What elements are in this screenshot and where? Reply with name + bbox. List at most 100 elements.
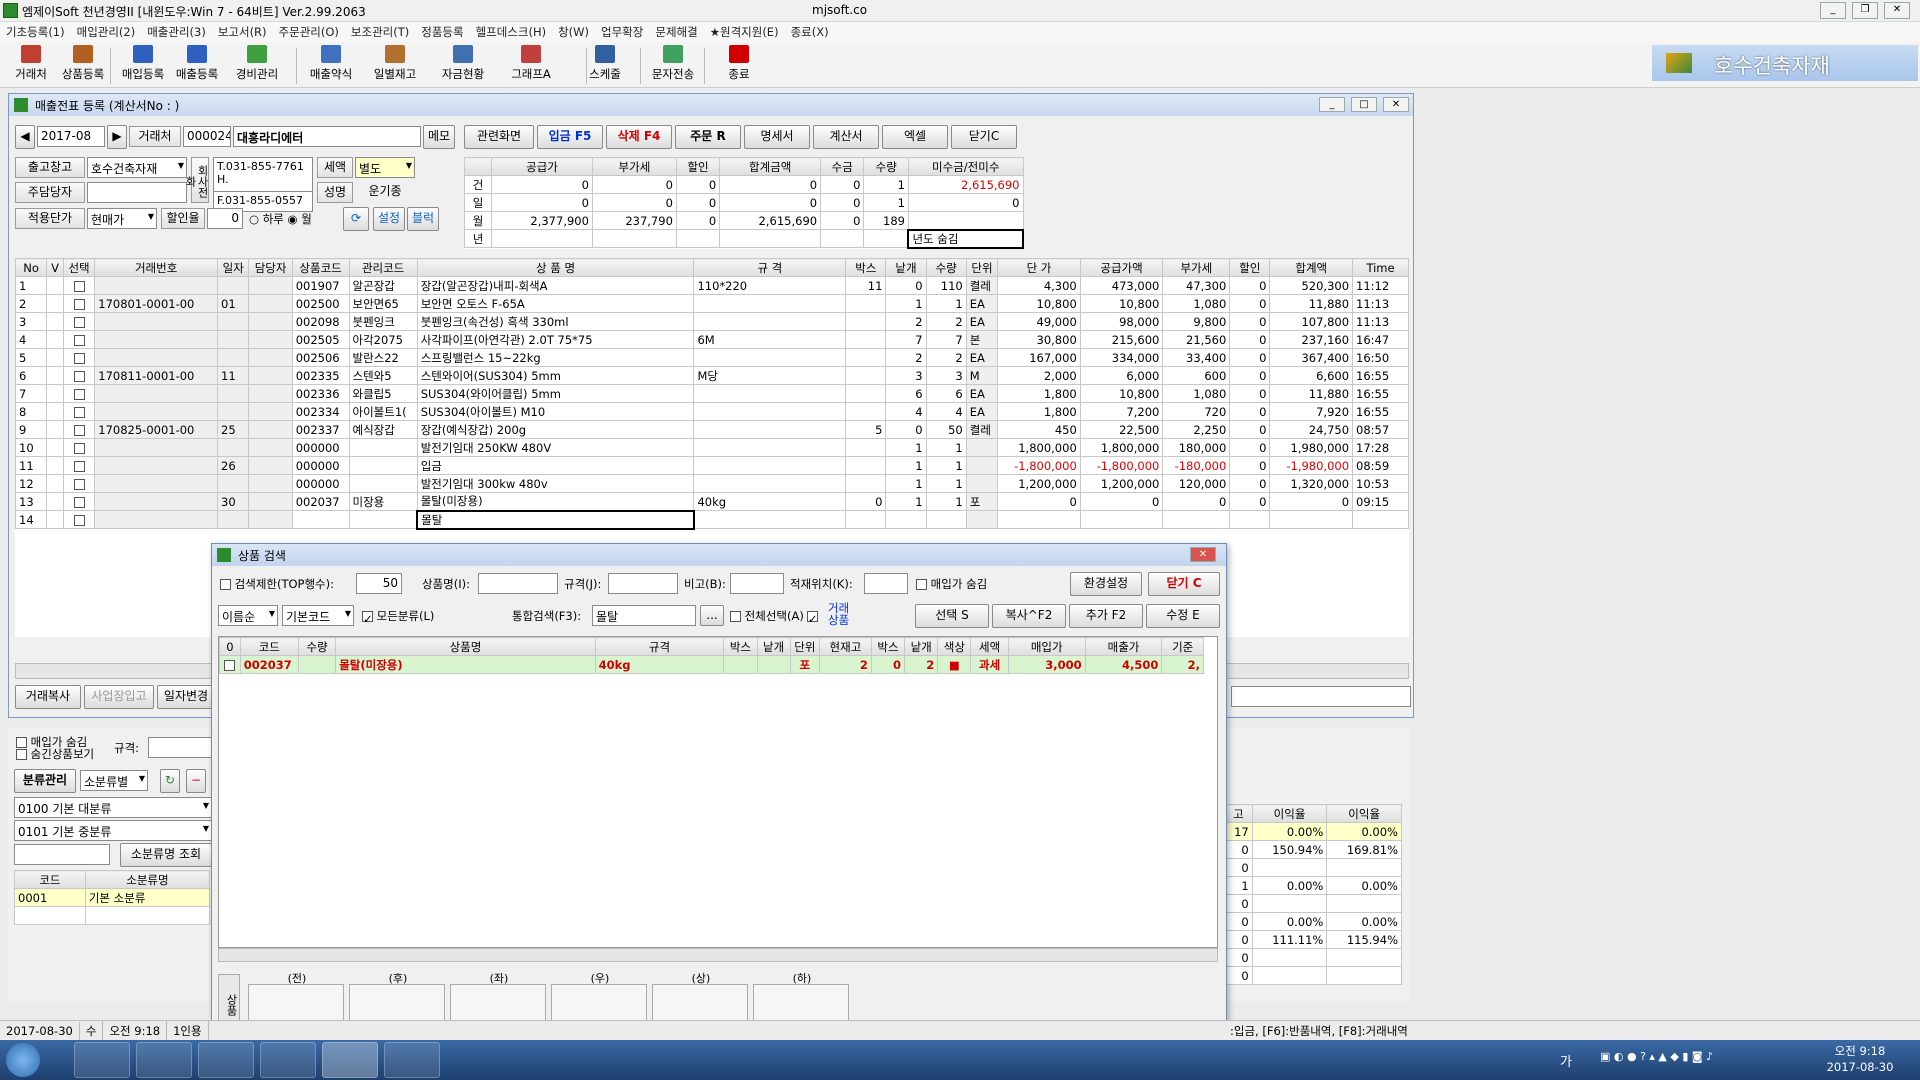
table-cell[interactable]: 1	[885, 438, 927, 457]
grid-header[interactable]: No	[14, 258, 48, 277]
tax-select[interactable]: 별도	[355, 157, 415, 178]
grid-header[interactable]: 단 가	[997, 258, 1081, 277]
table-cell[interactable]	[94, 384, 219, 403]
table-cell[interactable]	[94, 402, 219, 421]
table-cell[interactable]: 520,300	[1269, 276, 1354, 295]
browse-button[interactable]: ...	[700, 605, 724, 626]
table-cell[interactable]	[46, 438, 64, 457]
table-cell[interactable]: 0	[997, 492, 1081, 511]
table-cell[interactable]	[217, 474, 250, 493]
table-cell[interactable]: 21,560	[1162, 330, 1231, 349]
table-cell[interactable]	[965, 456, 999, 475]
table-cell[interactable]: 1	[925, 474, 967, 493]
table-cell[interactable]	[693, 420, 847, 439]
table-cell[interactable]: 사각파이프(아연각관) 2.0T 75*75	[416, 330, 695, 349]
table-cell[interactable]: 2	[14, 294, 48, 313]
table-cell[interactable]: 30,800	[997, 330, 1081, 349]
table-cell[interactable]	[94, 492, 219, 511]
table-cell[interactable]: 0	[1229, 492, 1271, 511]
table-cell[interactable]: 180,000	[1162, 438, 1231, 457]
hide-purchase-d[interactable]: 매입가 숨김	[916, 576, 987, 592]
result-header[interactable]: 박스	[870, 637, 906, 656]
table-cell[interactable]: 켤레	[965, 420, 999, 439]
table-cell[interactable]: 4	[14, 330, 48, 349]
discount-field[interactable]: 0	[207, 208, 243, 229]
table-cell[interactable]: 16:55	[1352, 384, 1409, 403]
table-cell[interactable]: 스프링밸런스 15~22kg	[416, 348, 695, 367]
table-cell[interactable]	[248, 402, 293, 421]
table-cell[interactable]	[248, 366, 293, 385]
menu-item[interactable]: 업무확장	[595, 22, 649, 42]
memo-button[interactable]: 메모	[423, 125, 455, 149]
table-cell[interactable]	[46, 402, 64, 421]
select-all-check[interactable]: 전체선택(A) ✓	[730, 608, 818, 626]
grid-header[interactable]: 상 품 명	[416, 258, 695, 277]
table-cell[interactable]: 1,200,000	[1079, 474, 1164, 493]
customer-code-field[interactable]: 000024	[183, 126, 231, 147]
table-cell[interactable]: 170801-0001-00	[94, 294, 219, 313]
table-cell[interactable]	[965, 474, 999, 493]
table-cell[interactable]	[46, 330, 64, 349]
all-class-check[interactable]: ✓ 모든분류(L)	[362, 608, 434, 626]
table-cell[interactable]	[46, 474, 64, 493]
row-select-checkbox[interactable]	[62, 384, 96, 403]
invoice-button[interactable]: 계산서	[813, 125, 879, 149]
table-cell[interactable]: 1	[925, 438, 967, 457]
table-row[interactable]: 3 002098 붓펜잉크 붓펜잉크(속건성) 흑색 330ml 2 2 EA 49,000 9…	[14, 312, 1409, 331]
table-cell[interactable]: 0	[1229, 312, 1271, 331]
table-cell[interactable]	[248, 510, 293, 529]
table-cell[interactable]: 002098	[291, 312, 350, 331]
table-cell[interactable]: 001907	[291, 276, 350, 295]
table-cell[interactable]: 110	[925, 276, 967, 295]
grid-header[interactable]: 일자	[217, 258, 250, 277]
table-cell[interactable]	[1079, 510, 1164, 529]
table-cell[interactable]: 11	[14, 456, 48, 475]
table-cell[interactable]: 11:13	[1352, 312, 1409, 331]
table-cell[interactable]: 1	[885, 294, 927, 313]
list-item[interactable]: 0001 기본 소분류	[14, 888, 211, 907]
grid-header[interactable]: 단위	[965, 258, 999, 277]
taskbar-toto-icon[interactable]	[74, 1042, 130, 1078]
menu-item[interactable]: 문제해결	[649, 22, 703, 42]
table-cell[interactable]: 107,800	[1269, 312, 1354, 331]
menu-item[interactable]: 기초등록(1)	[0, 22, 71, 42]
table-cell[interactable]	[217, 438, 250, 457]
result-header[interactable]: 현재고	[818, 637, 872, 656]
toolbar-button[interactable]: 자금현황	[436, 44, 490, 86]
table-cell[interactable]: 08:57	[1352, 420, 1409, 439]
table-row[interactable]: 2 170801-0001-00 01 002500 보안면65 보안면 오토스 F-65…	[14, 294, 1409, 313]
start-button[interactable]	[6, 1043, 40, 1077]
table-cell[interactable]: 98,000	[1079, 312, 1164, 331]
table-cell[interactable]: 알곤장갑	[348, 276, 418, 295]
table-cell[interactable]: 4	[925, 402, 967, 421]
result-header[interactable]: 색상	[937, 637, 972, 656]
taskbar-paint-icon[interactable]	[384, 1042, 440, 1078]
refresh-icon[interactable]: ⟳	[343, 207, 369, 231]
table-cell[interactable]: 33,400	[1162, 348, 1231, 367]
loc-field[interactable]	[864, 573, 908, 594]
table-cell[interactable]: 01	[217, 294, 250, 313]
table-cell[interactable]	[248, 420, 293, 439]
table-cell[interactable]: 0	[1229, 384, 1271, 403]
table-cell[interactable]: 09:15	[1352, 492, 1409, 511]
table-cell[interactable]: 0	[1162, 492, 1231, 511]
table-cell[interactable]	[94, 456, 219, 475]
table-cell[interactable]: 14	[14, 510, 48, 529]
table-cell[interactable]: 3	[885, 366, 927, 385]
table-cell[interactable]	[248, 312, 293, 331]
name-field[interactable]	[478, 573, 558, 594]
close-slip-button[interactable]: 닫기C	[951, 125, 1017, 149]
menu-item[interactable]: 정품등록	[415, 22, 469, 42]
result-header[interactable]: 상품명	[335, 637, 596, 656]
prev-month-button[interactable]: ◀	[15, 125, 35, 149]
table-cell[interactable]: 16:55	[1352, 402, 1409, 421]
table-cell[interactable]: 1,200,000	[997, 474, 1081, 493]
table-cell[interactable]: 포	[965, 492, 999, 511]
table-cell[interactable]	[46, 294, 64, 313]
menu-item[interactable]: 종료(X)	[785, 22, 835, 42]
table-cell[interactable]: 215,600	[1079, 330, 1164, 349]
table-row[interactable]: 4 002505 아각2075 사각파이프(아연각관) 2.0T 75*75 6M 7 7 본…	[14, 330, 1409, 349]
table-cell[interactable]	[1162, 510, 1231, 529]
table-cell[interactable]	[348, 474, 418, 493]
limit-field[interactable]: 50	[356, 573, 402, 594]
